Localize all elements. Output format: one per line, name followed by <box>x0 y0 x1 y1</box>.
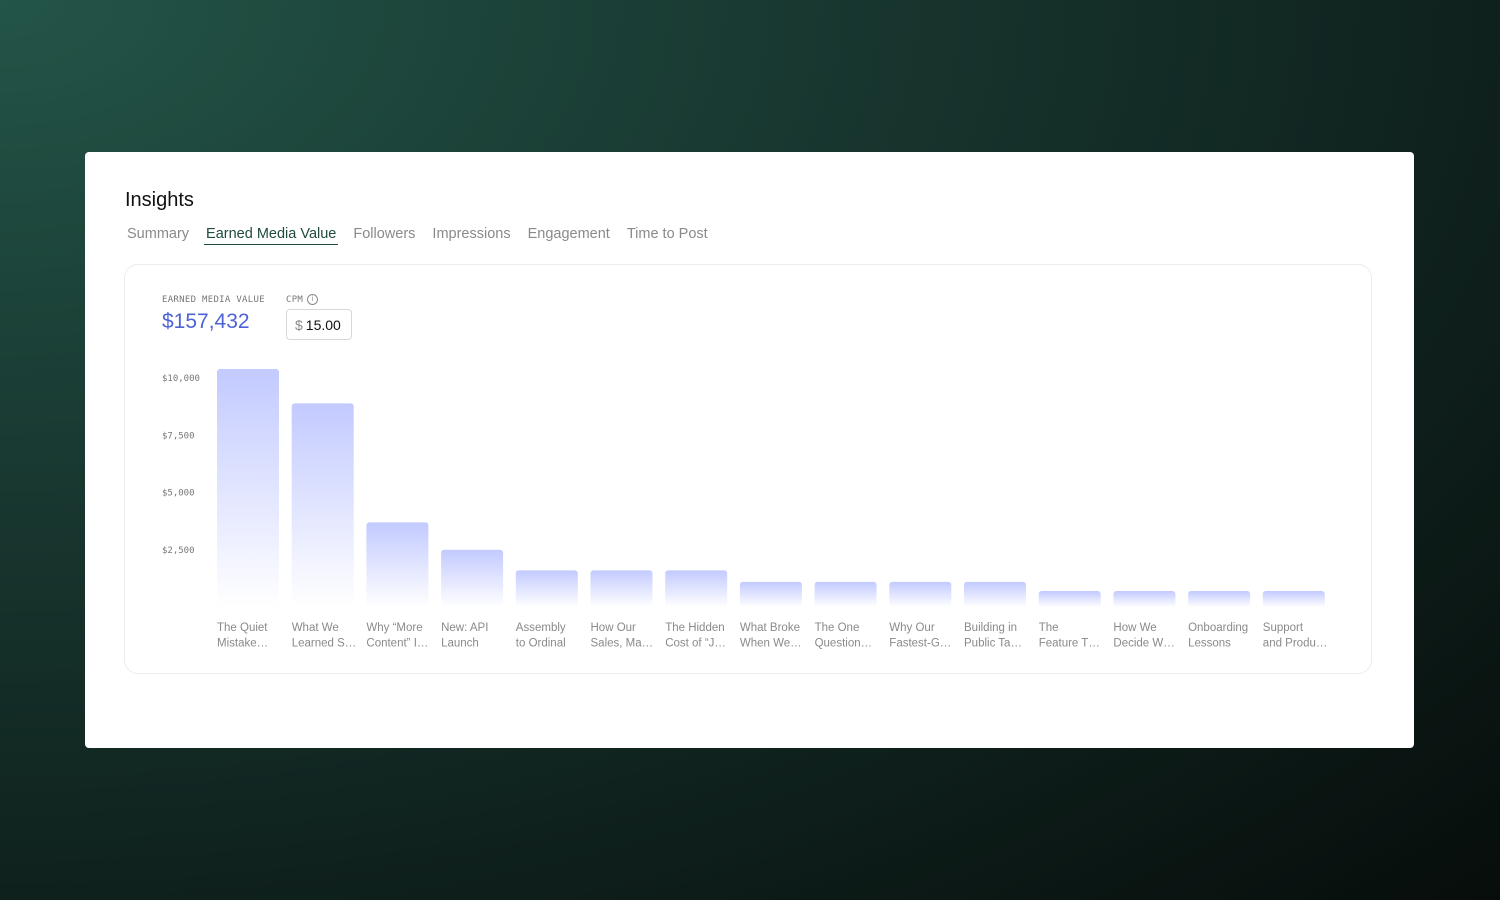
bar[interactable] <box>1188 590 1251 607</box>
bar-category-label: The One <box>815 622 860 634</box>
bar[interactable] <box>964 581 1026 607</box>
bar-category-label: Feature T… <box>1039 638 1100 650</box>
page-title: Insights <box>125 189 194 211</box>
bar[interactable] <box>1262 590 1325 607</box>
bar[interactable] <box>739 581 802 607</box>
y-tick-label: $5,000 <box>162 489 195 499</box>
bar-category-label: Building in <box>964 622 1017 634</box>
bar-category-label: What Broke <box>740 622 800 634</box>
bar-category-label: Launch <box>441 638 479 650</box>
bar-category-label: Support <box>1263 622 1304 634</box>
y-tick-label: $7,500 <box>162 431 195 441</box>
bar-category-label: to Ordinal <box>516 638 566 650</box>
bar-category-label: When We… <box>740 638 802 650</box>
bar[interactable] <box>665 570 728 607</box>
x-axis-labels: The Quiet Mistake… What We Learned S… Why “M… <box>217 622 1327 650</box>
bar[interactable] <box>515 570 578 607</box>
tab-impressions[interactable]: Impressions <box>430 226 512 245</box>
bar-category-label: How Our <box>591 622 637 634</box>
bar-category-label: Assembly <box>516 622 566 634</box>
bar[interactable] <box>1113 590 1176 607</box>
bars <box>217 369 1325 607</box>
emv-card: EARNED MEDIA VALUE $157,432 CPM i $ 15.0… <box>124 264 1372 674</box>
bar[interactable] <box>590 570 653 607</box>
bar[interactable] <box>441 549 504 607</box>
bar-category-label: Lessons <box>1188 638 1231 650</box>
tab-bar: Summary Earned Media Value Followers Imp… <box>125 226 710 245</box>
bar-category-label: and Produ… <box>1263 638 1328 650</box>
bar[interactable] <box>217 369 279 607</box>
tab-engagement[interactable]: Engagement <box>526 226 612 245</box>
tab-time-to-post[interactable]: Time to Post <box>625 226 710 245</box>
bar[interactable] <box>291 403 354 607</box>
emv-bar-chart: $2,500 $5,000 $7,500 $10,000 The Quiet Mista… <box>162 369 1327 650</box>
bar-category-label: Sales, Ma… <box>591 638 654 650</box>
bar-category-label: Onboarding <box>1188 622 1248 634</box>
bar-category-label: Public Ta… <box>964 638 1022 650</box>
y-tick-label: $2,500 <box>162 546 195 556</box>
bar-category-label: Cost of “J… <box>665 638 726 650</box>
bar-category-label: The Quiet <box>217 622 268 634</box>
bar-category-label: Content” I… <box>366 638 428 650</box>
bar-category-label: The <box>1039 622 1059 634</box>
bar[interactable] <box>1038 590 1101 607</box>
bar-category-label: Decide W… <box>1113 638 1174 650</box>
bar-category-label: New: API <box>441 622 488 634</box>
bar-category-label: Mistake… <box>217 638 268 650</box>
bar[interactable] <box>889 581 952 607</box>
bar-category-label: Why Our <box>889 622 935 634</box>
tab-followers[interactable]: Followers <box>351 226 417 245</box>
insights-panel: Insights Summary Earned Media Value Foll… <box>85 152 1414 748</box>
bar-category-label: Learned S… <box>292 638 357 650</box>
bar-category-label: Question… <box>815 638 873 650</box>
tab-summary[interactable]: Summary <box>125 226 191 245</box>
y-tick-label: $10,000 <box>162 374 200 384</box>
bar-category-label: Fastest-G… <box>889 638 951 650</box>
bar[interactable] <box>366 522 429 607</box>
bar[interactable] <box>814 581 877 607</box>
bar-category-label: How We <box>1113 622 1156 634</box>
bar-category-label: Why “More <box>366 622 422 634</box>
bar-category-label: The Hidden <box>665 622 724 634</box>
tab-earned-media-value[interactable]: Earned Media Value <box>204 226 339 245</box>
bar-category-label: What We <box>292 622 339 634</box>
y-axis-ticks: $2,500 $5,000 $7,500 $10,000 <box>162 374 200 556</box>
